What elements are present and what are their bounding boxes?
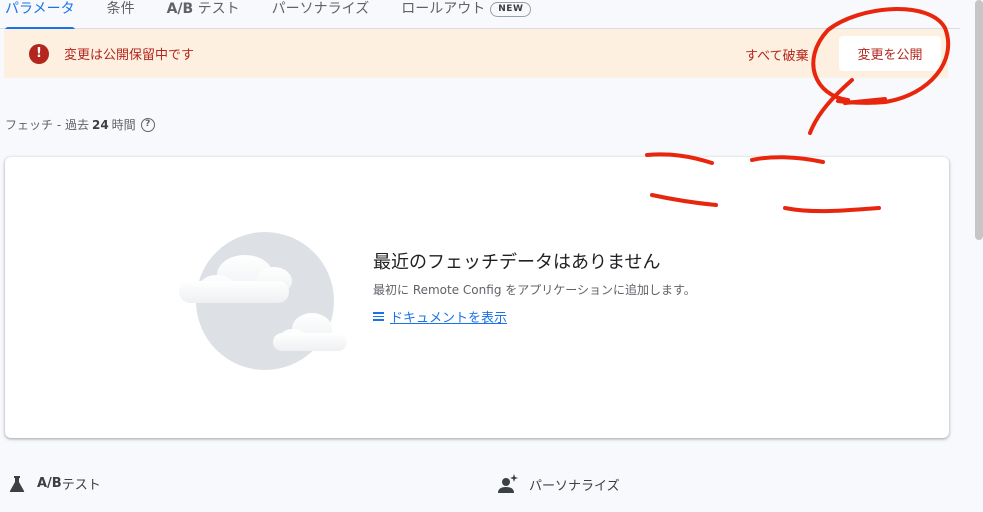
document-icon <box>373 310 384 323</box>
fetch-suffix: 時間 <box>111 118 136 132</box>
doc-link-label: ドキュメントを表示 <box>390 311 508 326</box>
personalization-section-header[interactable]: パーソナライズ <box>497 474 620 494</box>
personalize-label: パーソナライズ <box>529 478 620 494</box>
person-sparkle-icon <box>498 474 518 493</box>
tab-ab-test[interactable]: A/B テスト <box>167 0 240 29</box>
banner-message: 変更は公開保留中です <box>64 48 195 63</box>
flask-icon <box>9 475 25 492</box>
warning-icon: ! <box>29 43 49 64</box>
tab-personalization[interactable]: パーソナライズ <box>272 0 370 29</box>
empty-state-title: 最近のフェッチデータはありません <box>373 252 661 273</box>
tab-label: ロールアウト <box>401 1 486 17</box>
pending-changes-banner: ! 変更は公開保留中です すべて破棄 変更を公開 <box>4 29 948 78</box>
page-scrollbar[interactable] <box>975 0 983 240</box>
tab-label: 条件 <box>106 1 135 17</box>
ab-label: テスト <box>61 478 101 493</box>
tab-label: テスト <box>193 1 240 17</box>
view-docs-link[interactable]: ドキュメントを表示 <box>373 307 507 326</box>
new-badge: NEW <box>490 2 532 17</box>
empty-state-description: 最初に Remote Config をアプリケーションに追加します。 <box>373 283 696 297</box>
help-icon[interactable]: ? <box>140 117 155 132</box>
cloud-illustration-icon <box>179 232 347 370</box>
tab-label: パーソナライズ <box>271 1 370 17</box>
tab-label-ab: A/B <box>166 1 194 17</box>
publish-changes-button[interactable]: 変更を公開 <box>839 36 941 71</box>
tab-parameters[interactable]: パラメータ <box>5 0 75 30</box>
ab-bold-label: A/B <box>37 476 62 491</box>
tab-conditions[interactable]: 条件 <box>107 0 135 29</box>
tab-rollouts[interactable]: ロールアウト NEW <box>401 0 532 29</box>
fetch-period-label: フェッチ - 過去 24 時間 ? <box>5 116 155 133</box>
ab-test-section-header[interactable]: A/B テスト <box>9 474 101 493</box>
fetch-prefix: フェッチ - 過去 <box>5 118 89 132</box>
fetch-data-card: 最近のフェッチデータはありません 最初に Remote Config をアプリケ… <box>5 157 949 438</box>
tab-label: パラメータ <box>5 1 75 17</box>
fetch-hours: 24 <box>91 117 109 132</box>
tab-bar: パラメータ 条件 A/B テスト パーソナライズ ロールアウト NEW <box>0 0 960 30</box>
discard-all-button[interactable]: すべて破棄 <box>745 45 809 64</box>
